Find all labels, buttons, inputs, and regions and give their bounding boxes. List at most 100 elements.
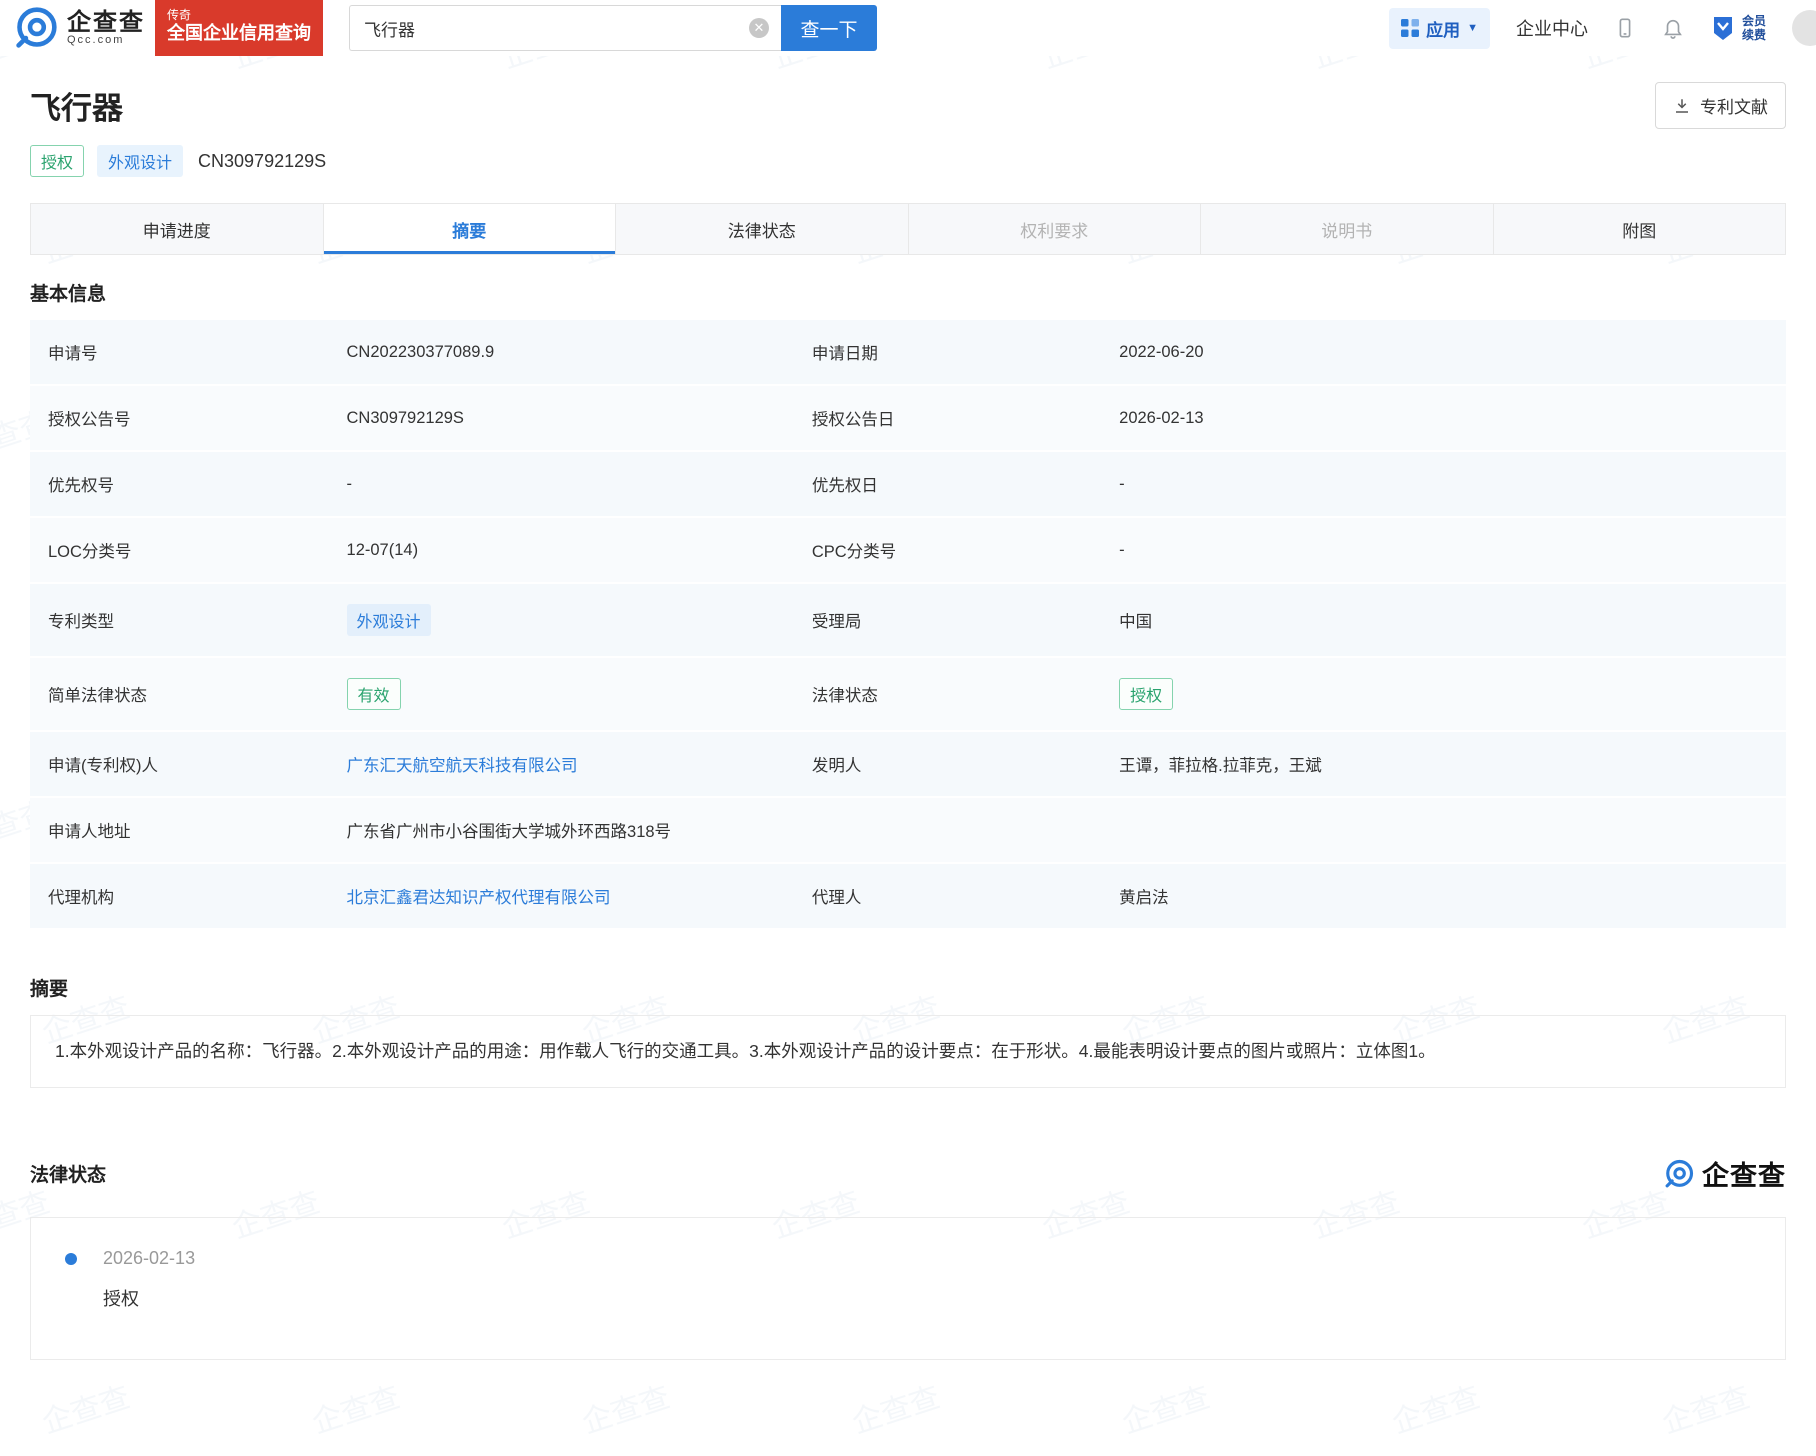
info-row: 申请人地址广东省广州市小谷围街大学城外环西路318号 — [30, 797, 1786, 863]
mobile-app-icon[interactable] — [1614, 17, 1636, 39]
apps-menu[interactable]: 应用 ▼ — [1389, 8, 1490, 49]
info-value: 2022-06-20 — [1101, 320, 1786, 385]
enterprise-center-link[interactable]: 企业中心 — [1516, 15, 1588, 41]
info-label: 授权公告号 — [30, 385, 329, 451]
watermark-text: 企查查 — [1385, 1372, 1484, 1442]
timeline-status: 授权 — [103, 1285, 1785, 1311]
info-value: 授权 — [1101, 657, 1786, 731]
timeline-dot-icon — [65, 1253, 77, 1265]
search-button[interactable]: 查一下 — [781, 5, 877, 51]
info-label: CPC分类号 — [794, 517, 1101, 583]
patent-document-button[interactable]: 专利文献 — [1655, 82, 1786, 129]
member-renew-button[interactable]: 会员 续费 — [1710, 14, 1766, 43]
info-value: - — [1101, 451, 1786, 517]
patent-type-tag[interactable]: 外观设计 — [97, 145, 183, 177]
basic-info-table: 申请号CN202230377089.9申请日期2022-06-20授权公告号CN… — [30, 320, 1786, 930]
info-label: LOC分类号 — [30, 517, 329, 583]
watermark-text: 企查查 — [35, 1372, 134, 1442]
status-tag: 授权 — [1119, 678, 1173, 710]
chevron-down-icon: ▼ — [1467, 22, 1478, 34]
logo-subtitle: Qcc.com — [67, 35, 145, 47]
info-label: 代理机构 — [30, 863, 329, 929]
tab-2[interactable]: 摘要 — [323, 204, 616, 254]
qcc-brand-icon — [1664, 1159, 1694, 1189]
info-label: 简单法律状态 — [30, 657, 329, 731]
tab-5: 说明书 — [1200, 204, 1493, 254]
info-value: - — [1101, 517, 1786, 583]
search-input[interactable] — [349, 5, 781, 51]
info-row: 专利类型外观设计受理局中国 — [30, 583, 1786, 657]
promo-corner-label: 传奇 — [167, 8, 311, 22]
apps-grid-icon — [1401, 19, 1419, 37]
patent-document-label: 专利文献 — [1700, 93, 1768, 118]
basic-info-body: 申请号CN202230377089.9申请日期2022-06-20授权公告号CN… — [30, 320, 1786, 929]
info-value: 黄启法 — [1101, 863, 1786, 929]
info-row: 申请号CN202230377089.9申请日期2022-06-20 — [30, 320, 1786, 385]
info-value: 广东省广州市小谷围街大学城外环西路318号 — [329, 797, 1786, 863]
info-label: 申请日期 — [794, 320, 1101, 385]
promo-text: 全国企业信用查询 — [167, 22, 311, 45]
clear-search-icon[interactable]: ✕ — [749, 18, 769, 38]
timeline-item: 2026-02-13 授权 — [31, 1248, 1785, 1311]
search-bar: ✕ 查一下 — [349, 5, 877, 51]
member-badge-icon — [1710, 15, 1736, 41]
member-label-line2: 续费 — [1742, 28, 1766, 42]
info-label: 发明人 — [794, 731, 1101, 797]
abstract-heading: 摘要 — [30, 974, 1786, 1001]
watermark-text: 企查查 — [575, 1372, 674, 1442]
info-value: 2026-02-13 — [1101, 385, 1786, 451]
watermark-text: 企查查 — [1655, 1372, 1754, 1442]
notification-bell-icon[interactable] — [1662, 17, 1684, 39]
qcc-logo[interactable]: 企查查 Qcc.com — [14, 6, 145, 50]
info-label: 代理人 — [794, 863, 1101, 929]
info-label: 专利类型 — [30, 583, 329, 657]
promo-badge: 传奇 全国企业信用查询 — [155, 0, 323, 56]
entity-link[interactable]: 广东汇天航空航天科技有限公司 — [347, 757, 578, 775]
info-row: 简单法律状态有效 法律状态授权 — [30, 657, 1786, 731]
entity-link[interactable]: 北京汇鑫君达知识产权代理有限公司 — [347, 889, 611, 907]
legal-status-timeline: 2026-02-13 授权 — [30, 1217, 1786, 1360]
info-row: LOC分类号12-07(14)CPC分类号- — [30, 517, 1786, 583]
title-tags: 授权外观设计 CN309792129S — [30, 145, 1786, 177]
watermark-text: 企查查 — [845, 1372, 944, 1442]
avatar[interactable] — [1792, 10, 1816, 46]
info-row: 授权公告号CN309792129S授权公告日2026-02-13 — [30, 385, 1786, 451]
info-value: CN309792129S — [329, 385, 794, 451]
info-label: 申请人地址 — [30, 797, 329, 863]
info-value: 王谭，菲拉格.拉菲克，王斌 — [1101, 731, 1786, 797]
top-header: 企查查 Qcc.com 传奇 全国企业信用查询 ✕ 查一下 应用 ▼ 企业中心 — [0, 0, 1816, 56]
watermark-text: 企查查 — [305, 1372, 404, 1442]
info-value: 12-07(14) — [329, 517, 794, 583]
qcc-brand-logo: 企查查 — [1664, 1154, 1786, 1193]
abstract-text: 1.本外观设计产品的名称：飞行器。2.本外观设计产品的用途：用作载人飞行的交通工… — [30, 1015, 1786, 1088]
member-label-line1: 会员 — [1742, 14, 1766, 28]
tabs: 申请进度摘要法律状态权利要求说明书附图 — [30, 203, 1786, 255]
watermark-text: 企查查 — [1115, 1372, 1214, 1442]
info-label: 申请号 — [30, 320, 329, 385]
status-tag: 有效 — [347, 678, 401, 710]
tab-1[interactable]: 申请进度 — [31, 204, 323, 254]
tab-4: 权利要求 — [908, 204, 1201, 254]
info-value: CN202230377089.9 — [329, 320, 794, 385]
page-title: 飞行器 — [30, 83, 123, 128]
info-value: 广东汇天航空航天科技有限公司 — [329, 731, 794, 797]
patent-number: CN309792129S — [198, 151, 326, 172]
download-icon — [1673, 97, 1691, 115]
grant-status-tag: 授权 — [30, 145, 84, 177]
apps-label: 应用 — [1426, 16, 1460, 41]
info-label: 法律状态 — [794, 657, 1101, 731]
info-value: 外观设计 — [329, 583, 794, 657]
info-value: 有效 — [329, 657, 794, 731]
tab-3[interactable]: 法律状态 — [615, 204, 908, 254]
info-label: 受理局 — [794, 583, 1101, 657]
tab-6[interactable]: 附图 — [1493, 204, 1786, 254]
type-tag[interactable]: 外观设计 — [347, 604, 431, 636]
info-value: 北京汇鑫君达知识产权代理有限公司 — [329, 863, 794, 929]
qcc-brand-text: 企查查 — [1702, 1154, 1786, 1193]
timeline-date: 2026-02-13 — [103, 1248, 1785, 1269]
info-label: 优先权号 — [30, 451, 329, 517]
info-label: 申请(专利权)人 — [30, 731, 329, 797]
qcc-logo-icon — [14, 6, 58, 50]
info-value: - — [329, 451, 794, 517]
info-row: 代理机构北京汇鑫君达知识产权代理有限公司 代理人黄启法 — [30, 863, 1786, 929]
